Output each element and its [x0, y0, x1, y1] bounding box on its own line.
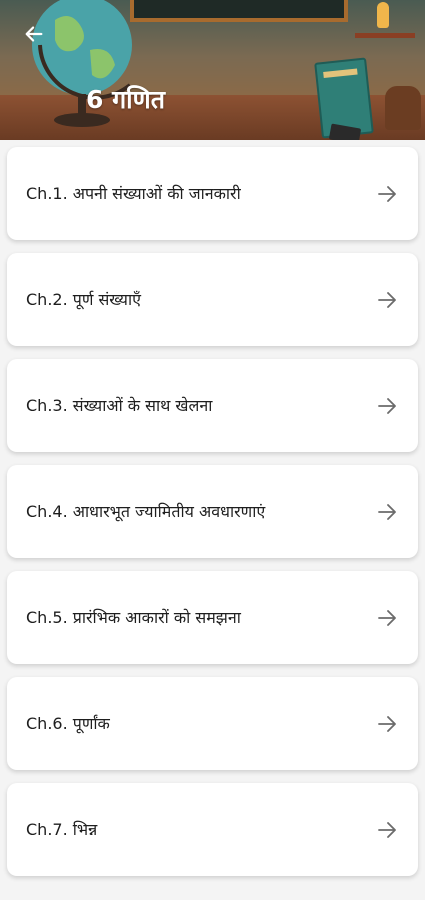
banner-shelf: [355, 33, 415, 38]
chapter-label: Ch.6. पूर्णांक: [26, 714, 110, 733]
chapter-card-7[interactable]: Ch.7. भिन्न: [7, 783, 418, 876]
banner-flask: [377, 2, 389, 28]
header-banner: 6 गणित: [0, 0, 425, 140]
chapter-label: Ch.3. संख्याओं के साथ खेलना: [26, 396, 213, 415]
chapter-card-3[interactable]: Ch.3. संख्याओं के साथ खेलना: [7, 359, 418, 452]
chapter-label: Ch.1. अपनी संख्याओं की जानकारी: [26, 184, 241, 203]
page-title: 6 गणित: [86, 85, 165, 114]
banner-blackboard: [130, 0, 348, 22]
arrow-right-icon: [378, 822, 396, 838]
chapter-label: Ch.4. आधारभूत ज्यामितीय अवधारणाएं: [26, 502, 266, 521]
arrow-left-icon[interactable]: [23, 23, 45, 45]
chapter-label: Ch.5. प्रारंभिक आकारों को समझना: [26, 608, 241, 627]
chapter-card-2[interactable]: Ch.2. पूर्ण संख्याएँ: [7, 253, 418, 346]
chapter-label: Ch.2. पूर्ण संख्याएँ: [26, 290, 141, 309]
back-button[interactable]: [18, 18, 50, 50]
chapter-card-4[interactable]: Ch.4. आधारभूत ज्यामितीय अवधारणाएं: [7, 465, 418, 558]
arrow-right-icon: [378, 716, 396, 732]
banner-bag: [385, 86, 421, 130]
chapter-label: Ch.7. भिन्न: [26, 820, 98, 839]
arrow-right-icon: [378, 610, 396, 626]
chapter-card-5[interactable]: Ch.5. प्रारंभिक आकारों को समझना: [7, 571, 418, 664]
arrow-right-icon: [378, 504, 396, 520]
chapter-card-1[interactable]: Ch.1. अपनी संख्याओं की जानकारी: [7, 147, 418, 240]
chapter-card-6[interactable]: Ch.6. पूर्णांक: [7, 677, 418, 770]
arrow-right-icon: [378, 186, 396, 202]
arrow-right-icon: [378, 292, 396, 308]
arrow-right-icon: [378, 398, 396, 414]
